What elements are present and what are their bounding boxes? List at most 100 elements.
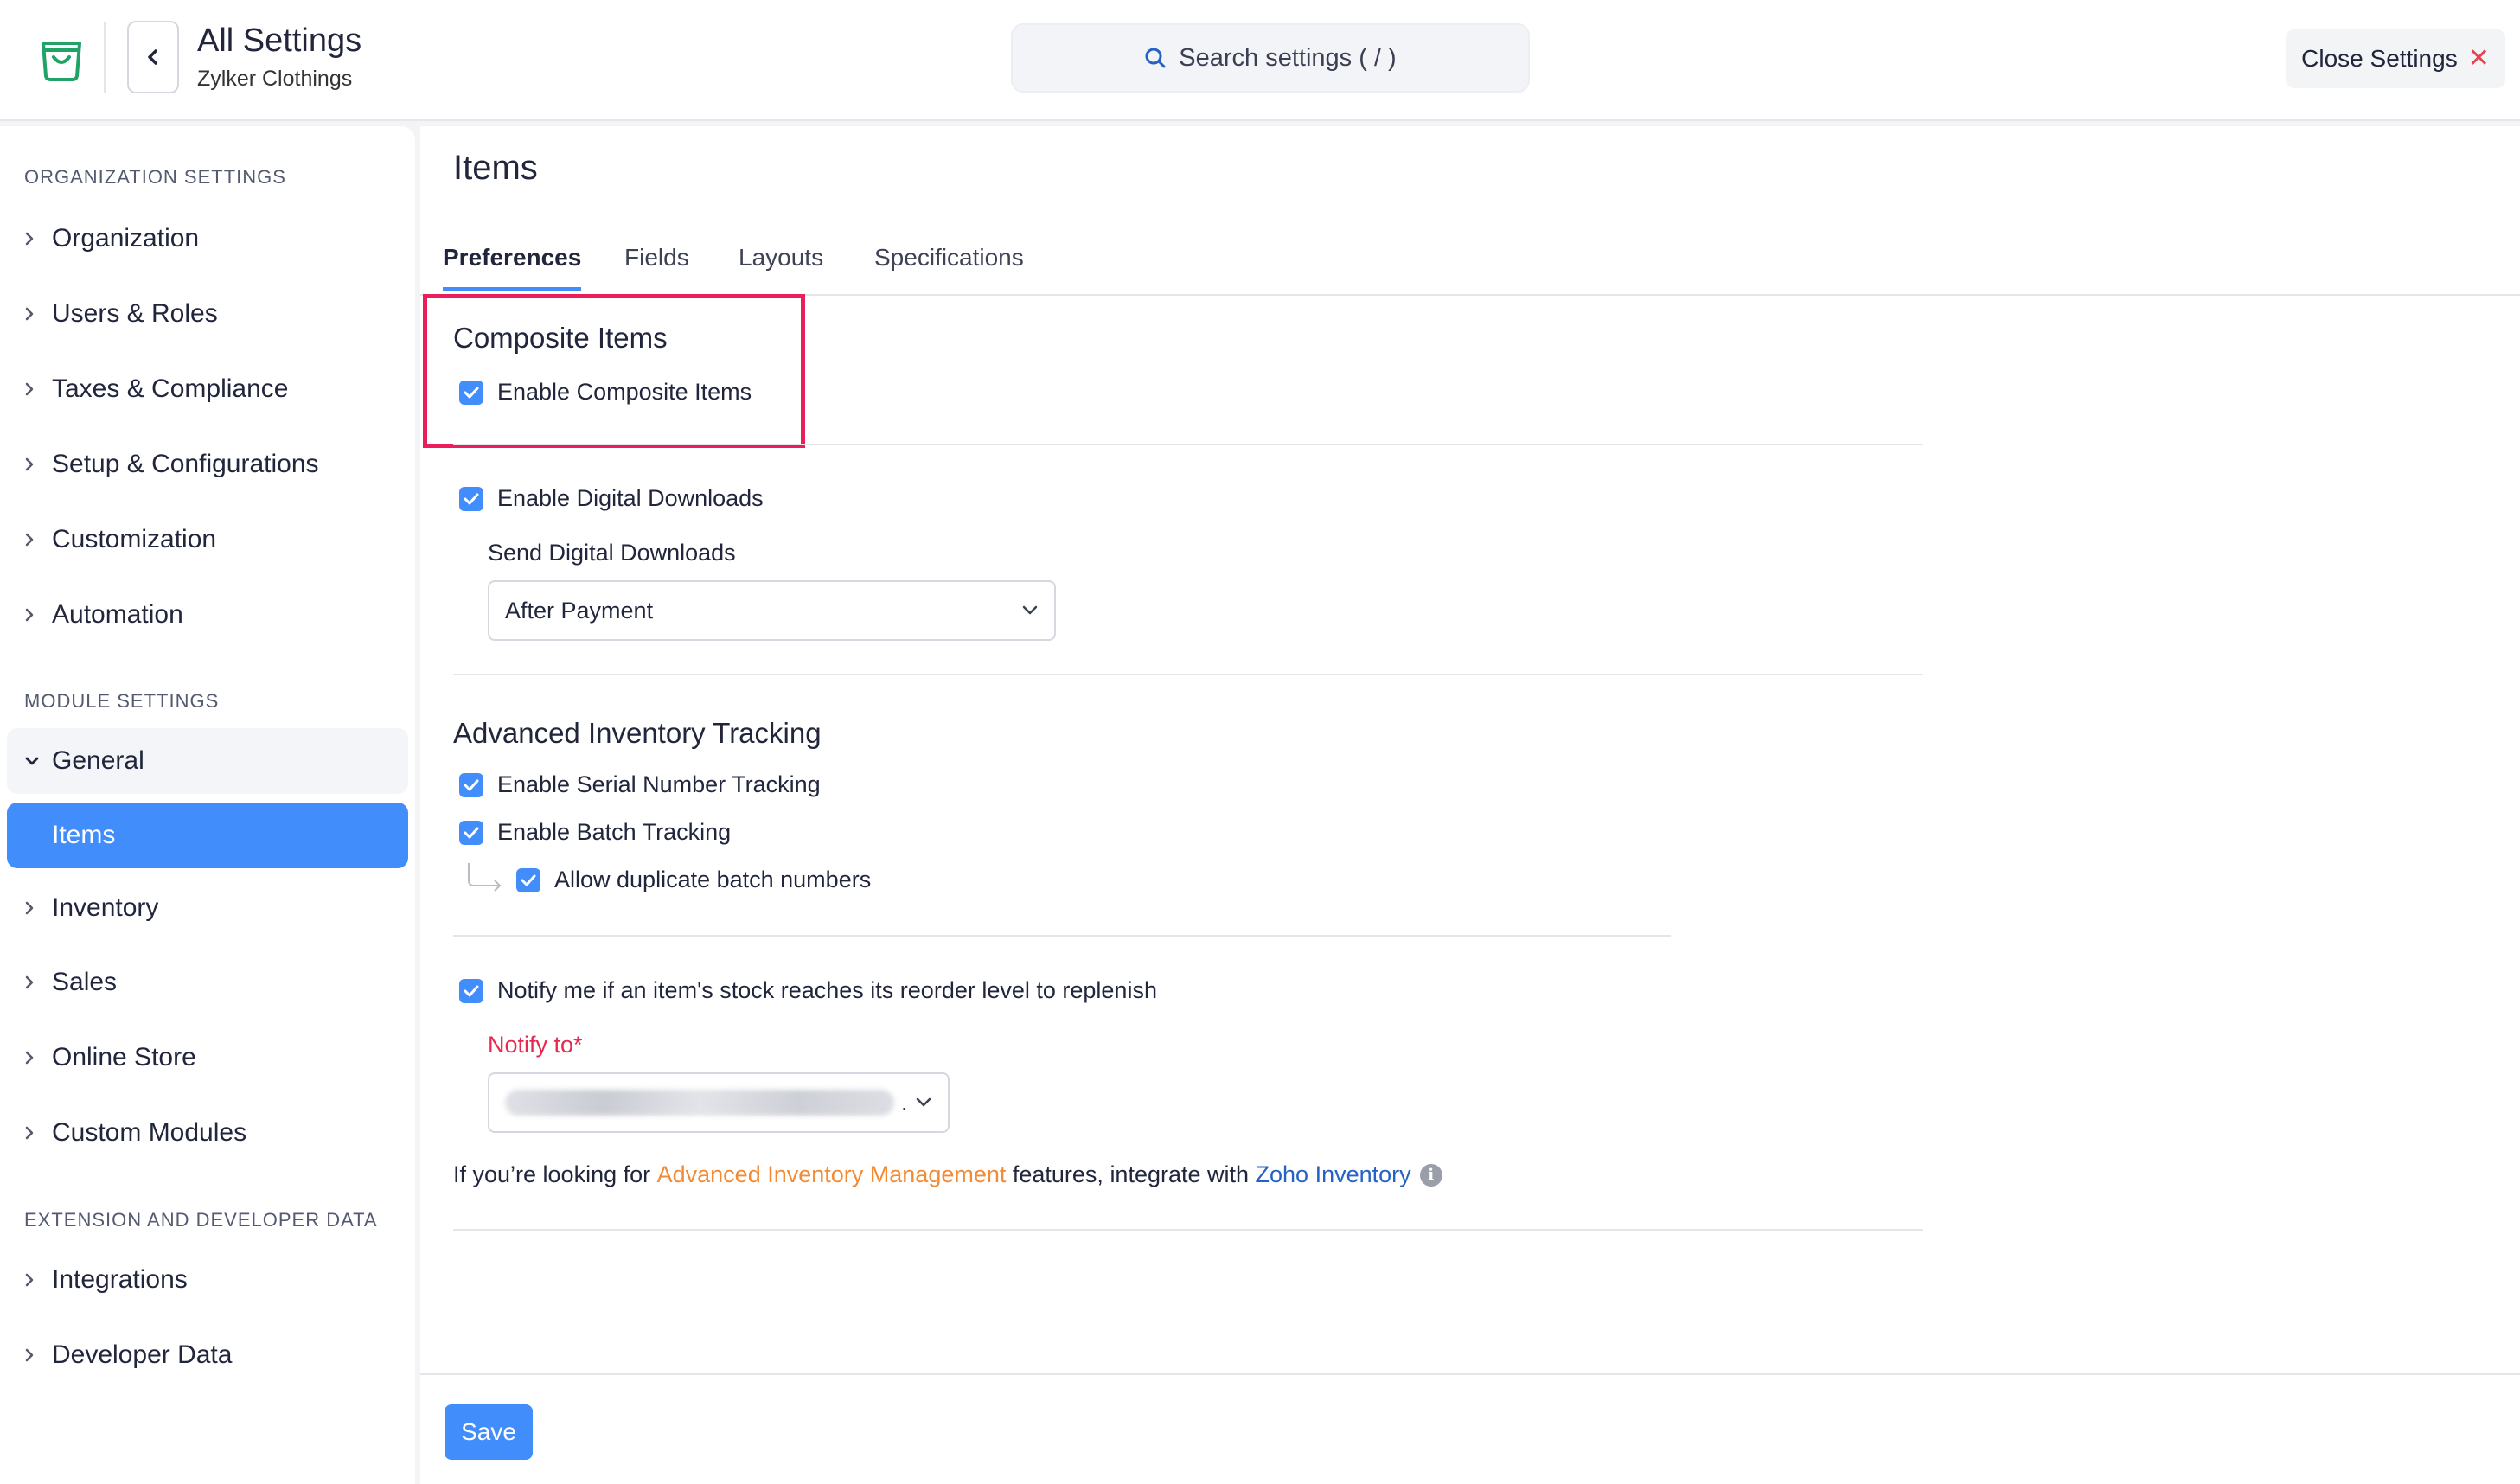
- enable-composite-items-checkbox[interactable]: Enable Composite Items: [459, 379, 752, 406]
- checkbox-checked-icon: [459, 772, 483, 797]
- tab-preferences[interactable]: Preferences: [443, 244, 582, 291]
- sidebar-item-label: Sales: [52, 968, 118, 996]
- checkbox-label: Allow duplicate batch numbers: [554, 867, 872, 892]
- close-settings-label: Close Settings: [2301, 45, 2458, 72]
- tab-layouts[interactable]: Layouts: [739, 244, 823, 287]
- chevron-right-icon: [7, 457, 52, 472]
- nested-arrow-icon: [468, 863, 502, 892]
- store-bag-logo-icon: [42, 42, 81, 81]
- chevron-right-icon: [7, 1272, 52, 1288]
- sidebar-item-label: Organization: [52, 224, 200, 253]
- settings-header: All Settings Zylker Clothings Search set…: [0, 0, 2520, 121]
- enable-batch-tracking-checkbox[interactable]: Enable Batch Tracking: [459, 819, 731, 846]
- extension-developer-heading: EXTENSION AND DEVELOPER DATA: [24, 1209, 378, 1231]
- checkbox-label: Notify me if an item's stock reaches its…: [497, 977, 1157, 1003]
- sidebar-item-users-roles[interactable]: Users & Roles: [7, 281, 408, 347]
- sidebar-item-organization[interactable]: Organization: [7, 206, 408, 272]
- close-icon: ✕: [2467, 44, 2490, 73]
- tab-fields[interactable]: Fields: [624, 244, 689, 287]
- sidebar-item-label: Online Store: [52, 1043, 196, 1071]
- checkbox-checked-icon: [459, 380, 483, 405]
- sidebar-item-integrations[interactable]: Integrations: [7, 1247, 408, 1313]
- chevron-right-icon: [7, 532, 52, 547]
- sidebar-item-automation[interactable]: Automation: [7, 582, 408, 648]
- checkbox-checked-icon: [459, 486, 483, 511]
- info-prefix: If you’re looking for: [453, 1161, 657, 1187]
- notify-reorder-level-checkbox[interactable]: Notify me if an item's stock reaches its…: [459, 977, 1157, 1004]
- enable-serial-number-tracking-checkbox[interactable]: Enable Serial Number Tracking: [459, 771, 821, 798]
- sidebar-item-label: Users & Roles: [52, 299, 218, 328]
- chevron-right-icon: [7, 306, 52, 322]
- send-digital-downloads-select[interactable]: After Payment: [488, 580, 1056, 641]
- settings-sidebar: ORGANIZATION SETTINGS Organization Users…: [0, 126, 415, 1484]
- sidebar-item-label: Setup & Configurations: [52, 450, 319, 478]
- settings-footer: Save: [420, 1373, 2520, 1484]
- checkbox-label: Enable Batch Tracking: [497, 819, 732, 845]
- chevron-right-icon: [7, 607, 52, 623]
- sidebar-item-setup-configurations[interactable]: Setup & Configurations: [7, 432, 408, 497]
- chevron-right-icon: [7, 1347, 52, 1363]
- enable-digital-downloads-checkbox[interactable]: Enable Digital Downloads: [459, 485, 764, 512]
- sidebar-item-label: Taxes & Compliance: [52, 374, 289, 403]
- chevron-down-icon: [7, 756, 52, 766]
- sidebar-item-label: Automation: [52, 600, 183, 629]
- close-settings-button[interactable]: Close Settings ✕: [2286, 29, 2505, 88]
- composite-items-highlight: [423, 294, 805, 448]
- sidebar-item-label: Custom Modules: [52, 1118, 247, 1147]
- chevron-right-icon: [7, 1050, 52, 1065]
- sidebar-item-taxes-compliance[interactable]: Taxes & Compliance: [7, 356, 408, 422]
- chevron-down-icon: [1022, 605, 1038, 615]
- section-divider: [453, 444, 1923, 445]
- redacted-email: [505, 1090, 894, 1116]
- section-divider: [453, 935, 1671, 937]
- advanced-inventory-management-link[interactable]: Advanced Inventory Management: [657, 1161, 1007, 1188]
- organization-name: Zylker Clothings: [197, 67, 353, 91]
- chevron-right-icon: [7, 231, 52, 246]
- tab-specifications[interactable]: Specifications: [874, 244, 1024, 287]
- sidebar-item-customization[interactable]: Customization: [7, 507, 408, 572]
- module-settings-heading: MODULE SETTINGS: [24, 690, 220, 712]
- sidebar-item-items[interactable]: Items: [7, 803, 408, 868]
- integration-info-text: If you’re looking for Advanced Inventory…: [453, 1161, 1442, 1188]
- select-value: After Payment: [505, 597, 654, 624]
- section-divider: [453, 1229, 1923, 1231]
- composite-items-title: Composite Items: [453, 322, 668, 354]
- save-button[interactable]: Save: [445, 1404, 533, 1460]
- info-icon[interactable]: i: [1419, 1163, 1442, 1187]
- chevron-down-icon: [916, 1097, 931, 1107]
- select-value-suffix: .: [901, 1089, 908, 1116]
- sidebar-item-general[interactable]: General: [7, 728, 408, 794]
- sidebar-item-online-store[interactable]: Online Store: [7, 1025, 408, 1091]
- checkbox-label: Enable Serial Number Tracking: [497, 771, 821, 797]
- page-title: Items: [453, 149, 538, 187]
- sidebar-item-label: General: [52, 746, 144, 775]
- info-middle: features, integrate with: [1006, 1161, 1256, 1187]
- sidebar-item-developer-data[interactable]: Developer Data: [7, 1322, 408, 1388]
- back-button[interactable]: [127, 21, 179, 93]
- search-placeholder: Search settings ( / ): [1179, 43, 1397, 72]
- send-digital-downloads-label: Send Digital Downloads: [488, 540, 736, 566]
- notify-to-select[interactable]: .: [488, 1072, 950, 1133]
- checkbox-label: Enable Composite Items: [497, 379, 752, 405]
- sidebar-item-label: Customization: [52, 525, 217, 553]
- chevron-right-icon: [7, 975, 52, 990]
- sidebar-item-inventory[interactable]: Inventory: [7, 875, 408, 941]
- header-divider: [104, 22, 106, 93]
- notify-to-value: .: [505, 1090, 908, 1116]
- zoho-inventory-link[interactable]: Zoho Inventory: [1256, 1161, 1411, 1188]
- allow-duplicate-batch-numbers-checkbox[interactable]: Allow duplicate batch numbers: [516, 867, 871, 893]
- sidebar-item-sales[interactable]: Sales: [7, 950, 408, 1015]
- chevron-left-icon: [148, 49, 157, 65]
- sidebar-item-label: Items: [52, 821, 116, 849]
- organization-settings-heading: ORGANIZATION SETTINGS: [24, 166, 286, 188]
- search-input[interactable]: Search settings ( / ): [1011, 23, 1530, 93]
- chevron-right-icon: [7, 900, 52, 916]
- page-header-title: All Settings: [197, 22, 362, 59]
- checkbox-checked-icon: [459, 820, 483, 845]
- sidebar-item-custom-modules[interactable]: Custom Modules: [7, 1100, 408, 1166]
- sidebar-item-label: Integrations: [52, 1265, 188, 1294]
- checkbox-checked-icon: [516, 867, 540, 892]
- chevron-right-icon: [7, 381, 52, 397]
- sidebar-item-label: Developer Data: [52, 1340, 233, 1369]
- chevron-right-icon: [7, 1125, 52, 1141]
